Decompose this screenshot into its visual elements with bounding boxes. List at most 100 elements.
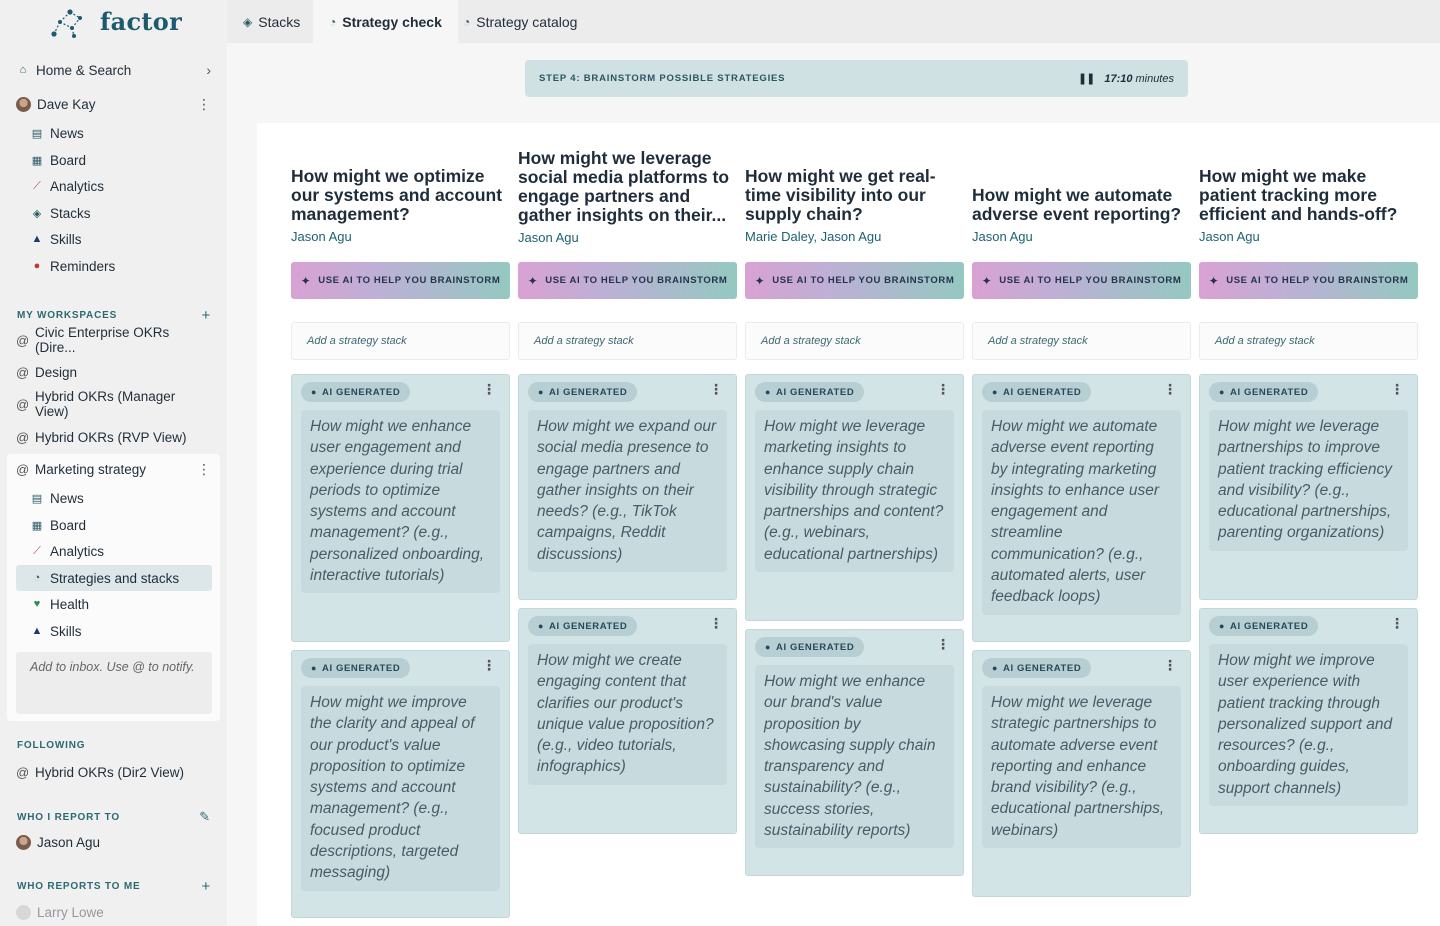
sidebar-item-news[interactable]: ▤ News bbox=[30, 485, 211, 511]
tab-strategy-check[interactable]: ◔ Strategy check bbox=[313, 0, 458, 43]
card-menu-kebab-icon[interactable]: ⋮ bbox=[1163, 658, 1177, 672]
ai-generated-badge: ● AI GENERATED bbox=[982, 382, 1092, 402]
sidebar-item-board[interactable]: ▦ Board bbox=[30, 512, 211, 538]
workspace-item[interactable]: @ Design bbox=[16, 359, 211, 385]
ai-brainstorm-button[interactable]: ✦ USE AI TO HELP YOU BRAINSTORM bbox=[972, 262, 1191, 299]
card-text[interactable]: How might we improve the clarity and app… bbox=[301, 686, 500, 891]
strategy-card[interactable]: ● AI GENERATED ⋮ How might we expand our … bbox=[518, 374, 737, 600]
card-text[interactable]: How might we leverage partnerships to im… bbox=[1209, 410, 1408, 551]
manager-row[interactable]: Jason Agu bbox=[16, 829, 211, 855]
card-menu-kebab-icon[interactable]: ⋮ bbox=[709, 382, 723, 396]
ai-generated-badge: ● AI GENERATED bbox=[982, 658, 1092, 678]
workspace-item[interactable]: @ Hybrid OKRs (RVP View) bbox=[16, 424, 211, 450]
workspace-menu-kebab-icon[interactable]: ⋮ bbox=[197, 461, 211, 478]
strategy-card[interactable]: ● AI GENERATED ⋮ How might we improve use… bbox=[1199, 608, 1418, 834]
strategy-card[interactable]: ● AI GENERATED ⋮ How might we enhance our… bbox=[745, 629, 964, 876]
pin-icon: ● bbox=[538, 621, 545, 631]
inbox-input[interactable]: Add to inbox. Use @ to notify. bbox=[16, 652, 212, 714]
home-search-link[interactable]: ⌂ Home & Search › bbox=[16, 57, 211, 83]
badge-label: AI GENERATED bbox=[1003, 662, 1082, 674]
user-profile-row[interactable]: Dave Kay ⋮ bbox=[16, 91, 211, 117]
column-authors[interactable]: Jason Agu bbox=[518, 230, 579, 245]
user-menu-kebab-icon[interactable]: ⋮ bbox=[197, 96, 211, 113]
card-menu-kebab-icon[interactable]: ⋮ bbox=[936, 382, 950, 396]
report-row[interactable]: Larry Lowe bbox=[16, 899, 211, 925]
column-authors[interactable]: Jason Agu bbox=[972, 229, 1033, 244]
ai-brainstorm-button[interactable]: ✦ USE AI TO HELP YOU BRAINSTORM bbox=[1199, 262, 1418, 299]
card-menu-kebab-icon[interactable]: ⋮ bbox=[1163, 382, 1177, 396]
ai-brainstorm-button[interactable]: ✦ USE AI TO HELP YOU BRAINSTORM bbox=[745, 262, 964, 299]
add-strategy-stack-input[interactable]: Add a strategy stack bbox=[1199, 322, 1418, 360]
sidebar-item-skills[interactable]: ▲ Skills bbox=[30, 226, 211, 252]
ai-brainstorm-button[interactable]: ✦ USE AI TO HELP YOU BRAINSTORM bbox=[291, 262, 510, 299]
strategy-card[interactable]: ● AI GENERATED ⋮ How might we enhance use… bbox=[291, 374, 510, 642]
add-strategy-stack-input[interactable]: Add a strategy stack bbox=[972, 322, 1191, 360]
strategy-card[interactable]: ● AI GENERATED ⋮ How might we leverage pa… bbox=[1199, 374, 1418, 600]
add-workspace-plus-icon[interactable]: + bbox=[201, 307, 211, 324]
card-menu-kebab-icon[interactable]: ⋮ bbox=[1390, 382, 1404, 396]
card-menu-kebab-icon[interactable]: ⋮ bbox=[1390, 616, 1404, 630]
ai-button-label: USE AI TO HELP YOU BRAINSTORM bbox=[318, 275, 501, 286]
sidebar-item-skills[interactable]: ▲ Skills bbox=[30, 618, 211, 644]
workspace-item[interactable]: @ Hybrid OKRs (Manager View) bbox=[16, 389, 211, 419]
badge-label: AI GENERATED bbox=[1003, 386, 1082, 398]
column-title[interactable]: How might we optimize our systems and ac… bbox=[291, 167, 510, 224]
workspace-label: Hybrid OKRs (Manager View) bbox=[35, 389, 176, 419]
add-report-plus-icon[interactable]: + bbox=[201, 878, 211, 895]
card-text[interactable]: How might we leverage strategic partners… bbox=[982, 686, 1181, 849]
column-authors[interactable]: Marie Daley, Jason Agu bbox=[745, 229, 881, 244]
factor-logo[interactable]: factor bbox=[50, 4, 182, 38]
sidebar-item-strategies[interactable]: ◔ Strategies and stacks bbox=[16, 565, 212, 591]
ai-brainstorm-button[interactable]: ✦ USE AI TO HELP YOU BRAINSTORM bbox=[518, 262, 737, 299]
card-text[interactable]: How might we enhance our brand's value p… bbox=[755, 665, 954, 849]
strategy-card[interactable]: ● AI GENERATED ⋮ How might we automate ad… bbox=[972, 374, 1191, 642]
add-strategy-stack-input[interactable]: Add a strategy stack bbox=[518, 322, 737, 360]
card-text[interactable]: How might we expand our social media pre… bbox=[528, 410, 727, 573]
sidebar-item-analytics[interactable]: ⟋ Analytics bbox=[30, 538, 211, 564]
following-item[interactable]: @ Hybrid OKRs (Dir2 View) bbox=[16, 759, 211, 785]
pause-icon[interactable]: ❚❚ bbox=[1078, 72, 1095, 85]
column-title[interactable]: How might we get real-time visibility in… bbox=[745, 167, 964, 224]
workspace-item[interactable]: @ Civic Enterprise OKRs (Dire... bbox=[16, 325, 211, 355]
strategy-card[interactable]: ● AI GENERATED ⋮ How might we create enga… bbox=[518, 608, 737, 834]
sidebar-item-label: Board bbox=[50, 517, 87, 533]
card-menu-kebab-icon[interactable]: ⋮ bbox=[709, 616, 723, 630]
tab-strategy-catalog[interactable]: ◔ Strategy catalog bbox=[447, 0, 593, 43]
column-title[interactable]: How might we make patient tracking more … bbox=[1199, 167, 1418, 224]
strategy-card[interactable]: ● AI GENERATED ⋮ How might we improve the… bbox=[291, 650, 510, 918]
strategy-card[interactable]: ● AI GENERATED ⋮ How might we leverage ma… bbox=[745, 374, 964, 621]
at-icon: @ bbox=[16, 764, 30, 780]
column-authors[interactable]: Jason Agu bbox=[1199, 229, 1260, 244]
card-menu-kebab-icon[interactable]: ⋮ bbox=[936, 637, 950, 651]
card-text[interactable]: How might we automate adverse event repo… bbox=[982, 410, 1181, 615]
card-menu-kebab-icon[interactable]: ⋮ bbox=[482, 658, 496, 672]
active-workspace-row[interactable]: @ Marketing strategy ⋮ bbox=[16, 456, 211, 482]
main-content: STEP 4: BRAINSTORM POSSIBLE STRATEGIES ❚… bbox=[227, 43, 1440, 926]
card-text[interactable]: How might we improve user experience wit… bbox=[1209, 644, 1408, 807]
sidebar-item-label: Board bbox=[50, 152, 87, 168]
following-label: FOLLOWING bbox=[17, 740, 86, 751]
manager-avatar bbox=[16, 834, 31, 850]
card-text[interactable]: How might we create engaging content tha… bbox=[528, 644, 727, 785]
step-label: STEP 4: BRAINSTORM POSSIBLE STRATEGIES bbox=[539, 73, 786, 84]
sidebar-item-board[interactable]: ▦ Board bbox=[30, 147, 211, 173]
card-text[interactable]: How might we leverage marketing insights… bbox=[755, 410, 954, 573]
sidebar-item-analytics[interactable]: ⟋ Analytics bbox=[30, 173, 211, 199]
sidebar-item-health[interactable]: ♥ Health bbox=[30, 591, 211, 617]
sidebar-item-stacks[interactable]: ◈ Stacks bbox=[30, 200, 211, 226]
column-title[interactable]: How might we automate adverse event repo… bbox=[972, 186, 1191, 224]
column-authors[interactable]: Jason Agu bbox=[291, 229, 352, 244]
sidebar-item-reminders[interactable]: ● Reminders bbox=[30, 253, 211, 279]
card-text[interactable]: How might we enhance user engagement and… bbox=[301, 410, 500, 594]
column-title[interactable]: How might we leverage social media platf… bbox=[518, 149, 737, 225]
tab-stacks[interactable]: ◈ Stacks bbox=[227, 0, 316, 43]
card-menu-kebab-icon[interactable]: ⋮ bbox=[482, 382, 496, 396]
strategy-card[interactable]: ● AI GENERATED ⋮ How might we leverage st… bbox=[972, 650, 1191, 897]
sidebar-item-news[interactable]: ▤ News bbox=[30, 120, 211, 146]
sidebar-item-label: Skills bbox=[50, 623, 82, 639]
badge-label: AI GENERATED bbox=[776, 386, 855, 398]
add-strategy-stack-input[interactable]: Add a strategy stack bbox=[745, 322, 964, 360]
edit-pencil-icon[interactable]: ✎ bbox=[199, 809, 211, 825]
chevron-right-icon[interactable]: › bbox=[206, 62, 211, 78]
add-strategy-stack-input[interactable]: Add a strategy stack bbox=[291, 322, 510, 360]
